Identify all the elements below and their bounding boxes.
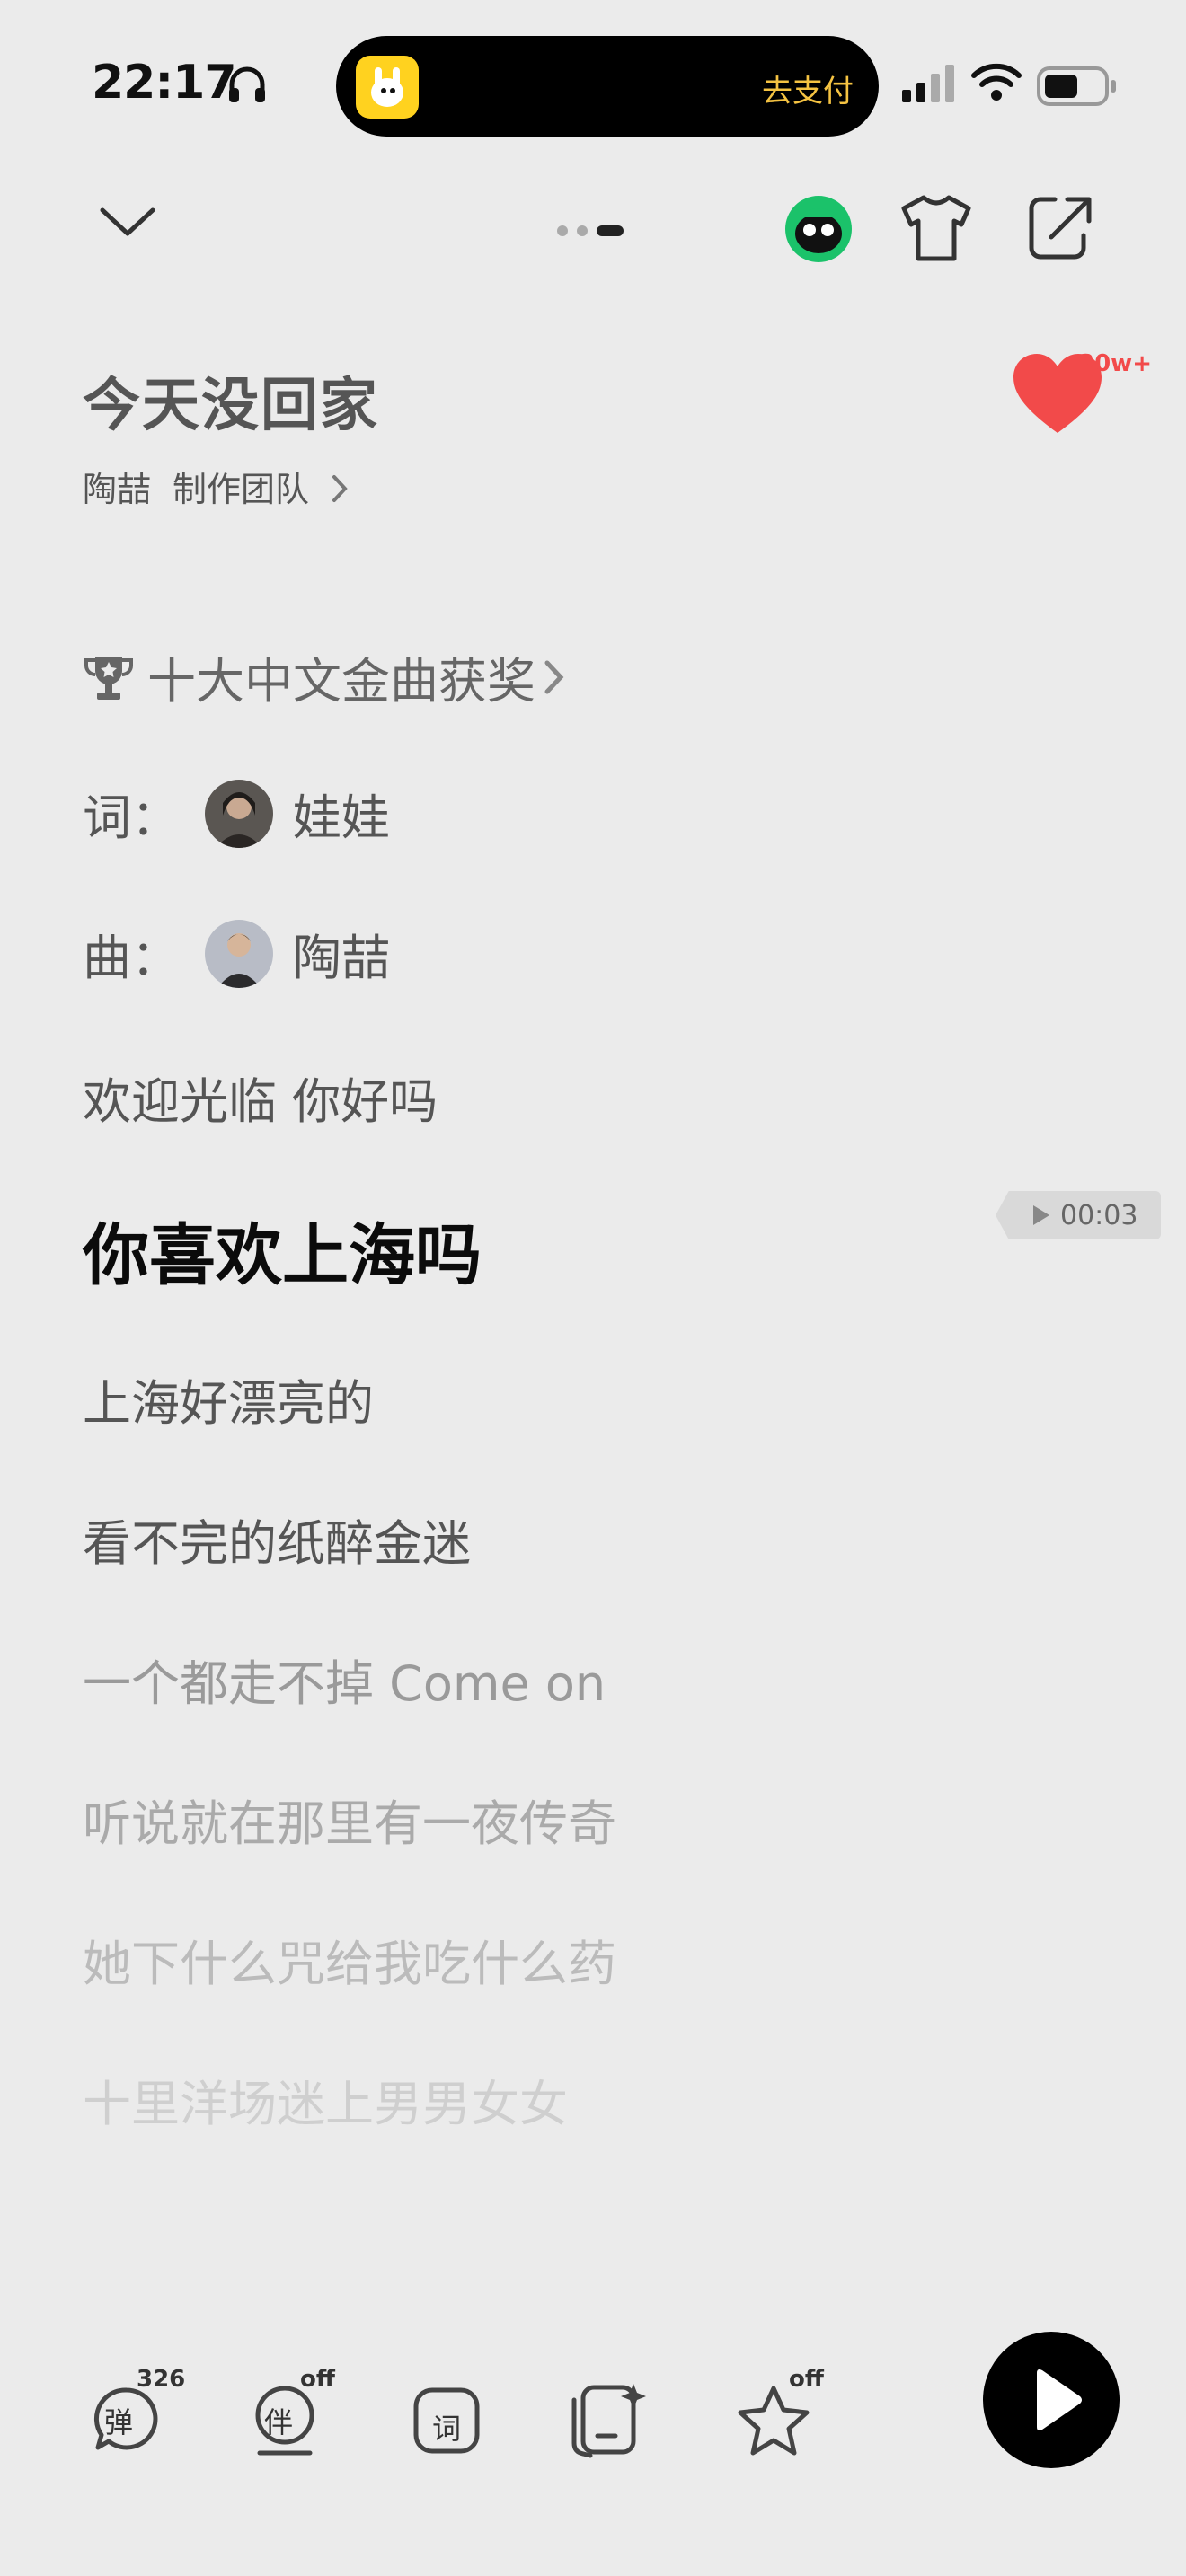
accompany-button[interactable]: 伴 off [235,2366,335,2470]
lyricist-name[interactable]: 娃娃 [293,778,390,849]
accompany-state: off [300,2366,335,2393]
trophy-icon [83,651,135,703]
seek-time-chip[interactable]: 00:03 [996,1191,1161,1239]
share-icon[interactable] [1024,192,1096,268]
lyrics-mode-label: 词 [432,2412,462,2446]
composer-avatar[interactable] [205,919,273,988]
lyricist-credit[interactable]: 词： 娃娃 [83,778,390,849]
seek-time: 00:03 [1060,1199,1138,1231]
headphones-icon [225,63,270,111]
signal-icon [902,65,956,108]
artist-row[interactable]: 陶喆 制作团队 [83,462,372,512]
lyric-line-active[interactable]: 你喜欢上海吗 [83,1202,482,1298]
chevron-right-icon [331,472,350,512]
award-label[interactable]: 十大中文金曲获奖 [147,641,535,712]
page-dot [577,225,588,236]
danmaku-button[interactable]: 弹 326 [77,2366,185,2470]
tshirt-icon[interactable] [898,192,974,268]
artist-name[interactable]: 陶喆 [83,470,151,509]
lyric-line[interactable]: 欢迎光临 你好吗 [83,1062,438,1133]
like-count: 30w+ [1078,350,1152,377]
mascot-icon[interactable] [783,194,854,268]
team-label[interactable]: 制作团队 [173,470,309,509]
accompany-label: 伴 [264,2405,294,2439]
lyric-line[interactable]: 十里洋场迷上男男女女 [83,2064,568,2135]
page-indicator [557,221,633,238]
lyric-line[interactable]: 一个都走不掉 Come on [83,1644,606,1715]
lyric-line[interactable]: 听说就在那里有一夜传奇 [83,1784,616,1855]
danmaku-label: 弹 [104,2405,134,2439]
lyricist-avatar[interactable] [205,779,273,848]
star-button[interactable]: off [724,2366,824,2470]
play-icon [1037,2369,1082,2430]
play-small-icon [1031,1204,1051,1227]
status-time: 22:17 [92,56,237,110]
lyricist-prefix: 词： [83,790,180,846]
composer-credit[interactable]: 曲： 陶喆 [83,918,390,989]
collapse-chevron-icon[interactable] [97,199,158,248]
lyric-line[interactable]: 看不完的纸醉金迷 [83,1504,471,1575]
lyric-line[interactable]: 上海好漂亮的 [83,1363,374,1434]
star-state: off [789,2366,824,2393]
ai-card-icon[interactable] [559,2371,658,2470]
composer-prefix: 曲： [83,930,180,986]
wifi-icon [970,63,1022,106]
play-button[interactable] [983,2332,1120,2468]
lyrics-mode-button[interactable]: 词 [397,2371,496,2470]
page-dot [557,225,568,236]
app-icon[interactable] [356,56,419,119]
danmaku-count: 326 [137,2366,186,2393]
award-link[interactable]: 十大中文金曲获奖 [83,641,566,712]
page-dot-active [597,225,624,236]
composer-name[interactable]: 陶喆 [293,918,390,989]
chevron-right-icon [543,657,566,697]
battery-icon [1037,66,1118,110]
island-pay-label[interactable]: 去支付 [762,66,854,110]
song-title: 今天没回家 [83,373,379,439]
lyric-line[interactable]: 她下什么咒给我吃什么药 [83,1924,616,1995]
